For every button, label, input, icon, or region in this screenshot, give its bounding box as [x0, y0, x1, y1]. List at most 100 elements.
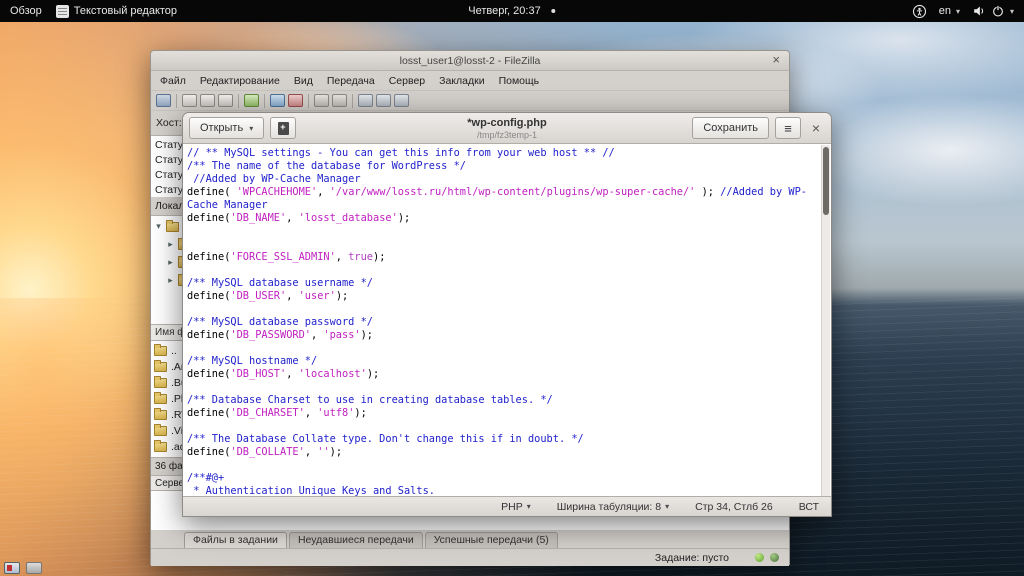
topbar-center: Четверг, 20:37: [468, 5, 555, 17]
fz-menu-item[interactable]: Вид: [287, 75, 320, 87]
toolbar-separator: [352, 94, 353, 108]
fz-menu-item[interactable]: Файл: [153, 75, 193, 87]
directory-compare-icon[interactable]: [358, 94, 373, 107]
code-token: );: [695, 186, 720, 198]
expander-icon[interactable]: ▸: [166, 276, 175, 286]
power-icon: [991, 4, 1005, 18]
code-line: /** MySQL hostname */: [187, 355, 821, 368]
code-token: 'DB_HOST': [230, 368, 286, 380]
focused-app-menu[interactable]: Текстовый редактор: [56, 5, 177, 18]
gnome-top-bar: Обзор Текстовый редактор Четверг, 20:37 …: [0, 0, 1024, 22]
open-button[interactable]: Открыть ▾: [189, 117, 264, 139]
code-line: /** The Database Collate type. Don't cha…: [187, 433, 821, 446]
fz-menu-item[interactable]: Сервер: [382, 75, 432, 87]
code-token: 'DB_USER': [230, 290, 286, 302]
code-line: [187, 459, 821, 472]
expander-icon[interactable]: ▸: [166, 240, 175, 250]
system-menu[interactable]: ▾: [972, 4, 1014, 18]
activities-button[interactable]: Обзор: [10, 5, 42, 17]
folder-icon: [154, 346, 167, 356]
code-token: define(: [187, 290, 230, 302]
site-manager-icon[interactable]: [156, 94, 171, 107]
text-editor-area[interactable]: // ** MySQL settings - You can get this …: [184, 145, 821, 496]
code-token: /** MySQL database username */: [187, 277, 373, 289]
chevron-down-icon: ▾: [527, 502, 531, 511]
expander-icon[interactable]: ▸: [166, 258, 175, 268]
chevron-down-icon: ▾: [956, 7, 960, 16]
save-button[interactable]: Сохранить: [692, 117, 769, 139]
queue-tab[interactable]: Успешные передачи (5): [425, 532, 558, 548]
clock-button[interactable]: Четверг, 20:37: [468, 5, 555, 17]
accessibility-menu[interactable]: [912, 4, 927, 19]
code-token: 'DB_PASSWORD': [230, 329, 311, 341]
code-line: /**#@+: [187, 472, 821, 485]
code-token: // ** MySQL settings - You can get this …: [187, 147, 615, 159]
code-token: );: [336, 290, 348, 302]
find-files-icon[interactable]: [394, 94, 409, 107]
clock-label: Четверг, 20:37: [468, 5, 540, 17]
code-line: [187, 264, 821, 277]
toolbar-separator: [308, 94, 309, 108]
filezilla-menubar: ФайлРедактированиеВидПередачаСерверЗакла…: [151, 71, 789, 90]
code-token: /** The name of the database for WordPre…: [187, 160, 466, 172]
filezilla-close-button[interactable]: ×: [772, 52, 780, 67]
menu-button[interactable]: ≡: [775, 117, 801, 139]
process-queue-icon[interactable]: [270, 94, 285, 107]
code-token: //Added by WP-: [720, 186, 807, 198]
disconnect-icon[interactable]: [314, 94, 329, 107]
queue-tab[interactable]: Файлы в задании: [184, 532, 287, 548]
new-document-button[interactable]: [270, 117, 296, 139]
fz-menu-item[interactable]: Помощь: [492, 75, 547, 87]
code-token: /**#@+: [187, 472, 224, 484]
open-button-label: Открыть: [200, 122, 243, 134]
keyboard-layout-menu[interactable]: en ▾: [939, 5, 960, 17]
window-list: [4, 562, 42, 574]
code-token: /** MySQL database password */: [187, 316, 373, 328]
folder-icon: [154, 410, 167, 420]
fz-menu-item[interactable]: Передача: [320, 75, 382, 87]
queue-ok-indicator-icon: [755, 553, 764, 562]
editor-scrollbar[interactable]: [821, 145, 830, 496]
refresh-icon[interactable]: [244, 94, 259, 107]
gedit-headerbar[interactable]: Открыть ▾ *wp-config.php /tmp/fz3temp-1 …: [183, 113, 831, 144]
queue-tab[interactable]: Неудавшиеся передачи: [289, 532, 423, 548]
scrollbar-thumb[interactable]: [823, 147, 829, 215]
document-path: /tmp/fz3temp-1: [467, 130, 546, 140]
gedit-taskbar-icon[interactable]: [26, 562, 42, 574]
code-token: ,: [286, 212, 298, 224]
code-token: define(: [187, 407, 230, 419]
document-title: *wp-config.php: [467, 116, 546, 130]
folder-icon: [154, 378, 167, 388]
folder-icon: [154, 426, 167, 436]
language-selector[interactable]: PHP ▾: [501, 501, 531, 513]
code-line: [187, 303, 821, 316]
toggle-log-icon[interactable]: [182, 94, 197, 107]
code-token: '/var/www/losst.ru/html/wp-content/plugi…: [330, 186, 696, 198]
toggle-local-tree-icon[interactable]: [200, 94, 215, 107]
code-token: define(: [187, 186, 237, 198]
topbar-right: en ▾ ▾: [912, 4, 1024, 19]
new-document-icon: [278, 122, 289, 135]
filezilla-titlebar[interactable]: losst_user1@losst-2 - FileZilla ×: [151, 51, 789, 71]
gedit-statusbar: PHP ▾ Ширина табуляции: 8 ▾ Стр 34, Стлб…: [183, 496, 831, 516]
code-token: define(: [187, 212, 230, 224]
fz-menu-item[interactable]: Закладки: [432, 75, 491, 87]
synchronized-browsing-icon[interactable]: [376, 94, 391, 107]
toggle-remote-tree-icon[interactable]: [218, 94, 233, 107]
code-token: ,: [305, 446, 317, 458]
topbar-left: Обзор Текстовый редактор: [0, 5, 177, 18]
tab-width-selector[interactable]: Ширина табуляции: 8 ▾: [557, 501, 669, 513]
chevron-down-icon: ▾: [249, 124, 253, 133]
code-token: 'pass': [323, 329, 360, 341]
code-token: );: [373, 251, 385, 263]
reconnect-icon[interactable]: [332, 94, 347, 107]
gedit-close-button[interactable]: ×: [807, 120, 825, 136]
fz-menu-item[interactable]: Редактирование: [193, 75, 287, 87]
filezilla-taskbar-icon[interactable]: [4, 562, 20, 574]
keyboard-layout-label: en: [939, 5, 951, 17]
expander-icon[interactable]: ▾: [154, 222, 163, 232]
code-token: /** Database Charset to use in creating …: [187, 394, 553, 406]
code-line: define('DB_HOST', 'localhost');: [187, 368, 821, 381]
cancel-icon[interactable]: [288, 94, 303, 107]
code-token: 'utf8': [317, 407, 354, 419]
